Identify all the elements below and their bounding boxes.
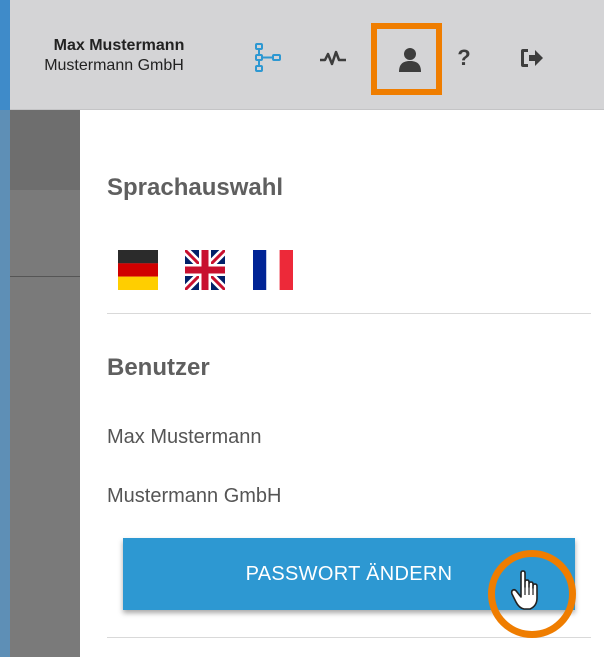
language-section-title: Sprachauswahl [107,174,284,201]
flag-french-icon[interactable] [253,250,293,290]
section-divider [107,313,591,314]
user-icon-highlight-box [371,23,442,95]
section-divider-bottom [107,637,591,638]
user-company-text: Mustermann GmbH [107,485,282,507]
flag-english-icon[interactable] [182,247,228,293]
hand-pointer-cursor-icon [510,570,538,610]
user-section-title: Benutzer [107,354,210,381]
top-header: Max Mustermann Mustermann GmbH ? [0,0,604,110]
left-sidebar [0,110,80,657]
user-name-text: Max Mustermann [107,426,262,448]
pulse-icon[interactable] [315,40,351,76]
header-user-info: Max Mustermann Mustermann GmbH [14,36,224,76]
flow-diagram-icon[interactable] [250,40,286,76]
help-glyph: ? [457,45,471,70]
sidebar-divider [10,276,80,277]
header-user-company: Mustermann GmbH [44,57,184,74]
logout-icon[interactable] [514,40,550,76]
sidebar-item-active[interactable] [10,110,80,190]
header-user-name: Max Mustermann [53,37,185,54]
sidebar-accent-strip [0,110,10,657]
help-icon[interactable]: ? [446,40,482,76]
flag-german-icon[interactable] [118,250,158,290]
